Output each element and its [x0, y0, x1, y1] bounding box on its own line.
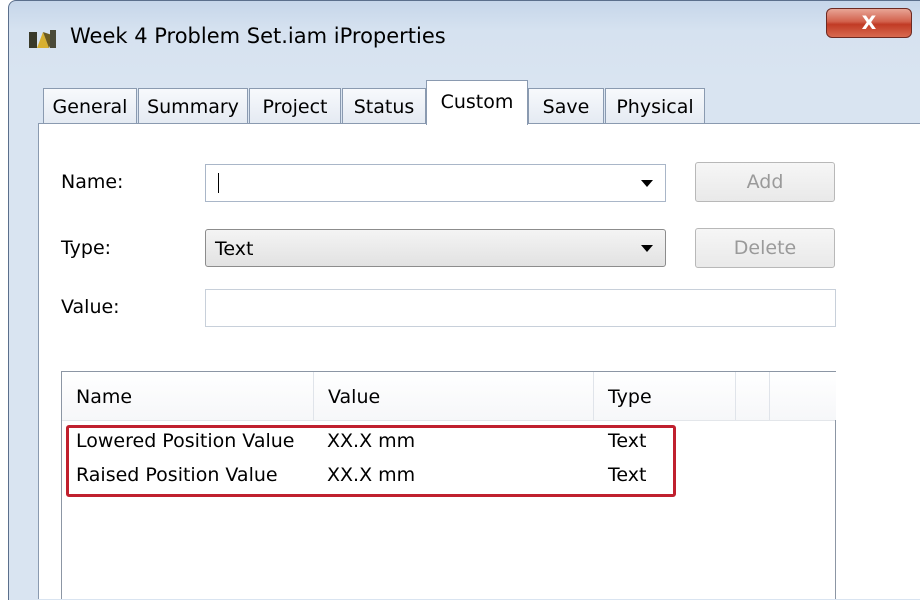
tab-physical[interactable]: Physical: [605, 88, 705, 124]
chevron-down-icon[interactable]: [641, 245, 653, 252]
chevron-down-icon[interactable]: [641, 180, 653, 187]
add-button[interactable]: Add: [695, 162, 835, 202]
inventor-app-icon: [29, 30, 56, 48]
highlight-annotation: [66, 425, 676, 497]
type-select[interactable]: Text: [205, 229, 666, 267]
close-button[interactable]: X: [826, 8, 912, 38]
header-divider: [62, 420, 835, 421]
column-header-filler: [770, 372, 836, 420]
tab-status[interactable]: Status: [342, 88, 426, 124]
tab-summary[interactable]: Summary: [138, 88, 248, 124]
text-cursor: [218, 173, 219, 193]
type-label: Type:: [61, 237, 112, 259]
column-header-value[interactable]: Value: [314, 372, 594, 420]
column-header-empty: [736, 372, 770, 420]
value-field[interactable]: [205, 289, 836, 327]
tab-custom[interactable]: Custom: [426, 80, 528, 125]
column-header-type[interactable]: Type: [594, 372, 736, 420]
tab-project[interactable]: Project: [249, 88, 341, 124]
column-header-name[interactable]: Name: [62, 372, 314, 420]
name-combobox[interactable]: [205, 164, 666, 202]
name-label: Name:: [61, 171, 124, 193]
window-title: Week 4 Problem Set.iam iProperties: [70, 24, 446, 48]
delete-button[interactable]: Delete: [695, 228, 835, 268]
value-label: Value:: [61, 296, 120, 318]
tab-save[interactable]: Save: [528, 88, 604, 124]
tab-general[interactable]: General: [43, 88, 137, 124]
type-value: Text: [215, 238, 254, 260]
